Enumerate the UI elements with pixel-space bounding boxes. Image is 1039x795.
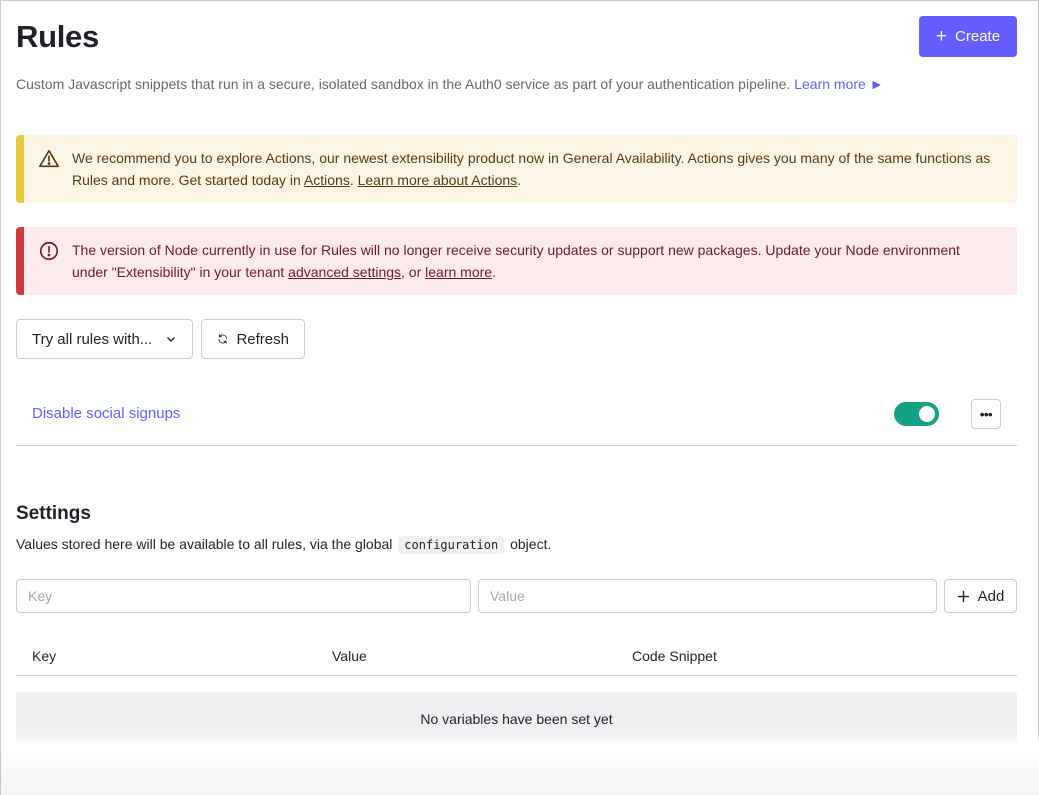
- create-label: Create: [955, 28, 1000, 45]
- actions-link[interactable]: Actions: [304, 172, 350, 188]
- empty-variables-message: No variables have been set yet: [16, 692, 1017, 746]
- alert-text: , or: [401, 264, 425, 280]
- actions-recommendation-alert: We recommend you to explore Actions, our…: [16, 135, 1017, 203]
- toggle-knob: [919, 406, 935, 422]
- key-input[interactable]: [16, 579, 471, 613]
- advanced-settings-link[interactable]: advanced settings: [288, 264, 401, 280]
- column-header-code-snippet: Code Snippet: [632, 648, 717, 664]
- page-title: Rules: [16, 19, 99, 55]
- node-version-alert: The version of Node currently in use for…: [16, 227, 1017, 295]
- rules-toolbar: Try all rules with... Refresh: [16, 319, 305, 359]
- subtitle-text: Custom Javascript snippets that run in a…: [16, 76, 790, 92]
- create-rule-button[interactable]: + Create: [919, 16, 1017, 57]
- settings-description: Values stored here will be available to …: [16, 536, 551, 552]
- alert-text: .: [492, 264, 496, 280]
- configuration-code: configuration: [398, 536, 504, 554]
- plus-icon: [957, 590, 970, 603]
- more-options-button[interactable]: •••: [971, 399, 1001, 429]
- learn-more-node-link[interactable]: learn more: [425, 264, 492, 280]
- warning-triangle-icon: [38, 148, 60, 170]
- variables-table-header: Key Value Code Snippet: [16, 637, 1017, 676]
- try-all-rules-dropdown[interactable]: Try all rules with...: [16, 319, 193, 359]
- chevron-down-icon: [165, 333, 177, 345]
- rules-page: Rules + Create Custom Javascript snippet…: [16, 1, 1017, 71]
- alert-accent-bar: [16, 227, 24, 295]
- settings-desc-text: object.: [510, 536, 551, 552]
- page-subtitle: Custom Javascript snippets that run in a…: [16, 76, 884, 92]
- settings-title: Settings: [16, 503, 91, 525]
- rule-enabled-toggle[interactable]: [894, 402, 939, 426]
- more-horizontal-icon: •••: [980, 407, 992, 422]
- plus-icon: +: [936, 27, 947, 46]
- alert-text: .: [350, 172, 358, 188]
- rule-name-link[interactable]: Disable social signups: [32, 405, 180, 422]
- add-label: Add: [978, 588, 1005, 605]
- rule-list-item: Disable social signups •••: [16, 385, 1017, 446]
- settings-desc-text: Values stored here will be available to …: [16, 536, 392, 552]
- refresh-button[interactable]: Refresh: [201, 319, 305, 359]
- alert-text: The version of Node currently in use for…: [72, 242, 960, 280]
- page-header: Rules + Create: [16, 1, 1017, 71]
- refresh-label: Refresh: [236, 331, 289, 348]
- alert-accent-bar: [16, 135, 24, 203]
- add-variable-button[interactable]: Add: [944, 579, 1017, 613]
- column-header-value: Value: [332, 648, 367, 664]
- value-input[interactable]: [478, 579, 937, 613]
- alert-text: We recommend you to explore Actions, our…: [72, 150, 990, 188]
- learn-more-actions-link[interactable]: Learn more about Actions: [358, 172, 518, 188]
- refresh-icon: [217, 330, 228, 348]
- column-header-key: Key: [32, 648, 56, 664]
- try-all-rules-label: Try all rules with...: [32, 331, 152, 348]
- learn-more-link[interactable]: Learn more ►: [794, 76, 883, 92]
- exclamation-circle-icon: [38, 240, 60, 262]
- alert-text: .: [517, 172, 521, 188]
